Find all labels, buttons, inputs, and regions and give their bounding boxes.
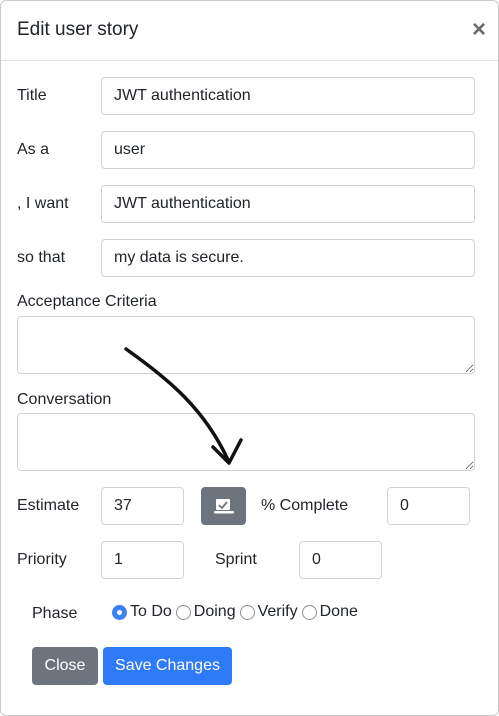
phase-option-doing[interactable]: Doing (175, 603, 236, 621)
title-label: Title (17, 87, 47, 104)
complete-input[interactable] (387, 487, 470, 525)
estimate-calculator-button[interactable] (201, 487, 246, 525)
conversation-label: Conversation (17, 391, 112, 408)
phase-option-label: Doing (193, 603, 236, 620)
calculator-check-icon (213, 498, 234, 514)
modal-title: Edit user story (17, 19, 139, 40)
radio-button[interactable] (301, 604, 317, 620)
radio-button[interactable] (239, 604, 255, 620)
radio-button[interactable] (112, 604, 127, 620)
phase-option-label: To Do (130, 603, 172, 620)
acceptance-criteria-textarea[interactable] (17, 316, 475, 374)
as-a-label: As a (17, 141, 50, 158)
phase-option-to-do[interactable]: To Do (112, 603, 172, 621)
phase-option-verify[interactable]: Verify (239, 603, 298, 621)
priority-label: Priority (17, 551, 67, 568)
sprint-input[interactable] (299, 541, 382, 579)
phase-radio-group: To Do Doing Verify Done (112, 603, 362, 621)
complete-label: % Complete (261, 497, 349, 514)
modal-header: Edit user story × (1, 1, 498, 61)
conversation-textarea[interactable] (17, 413, 475, 471)
estimate-input[interactable] (101, 487, 184, 525)
so-that-input[interactable] (101, 239, 475, 277)
priority-input[interactable] (101, 541, 184, 579)
save-changes-button[interactable]: Save Changes (103, 647, 232, 685)
i-want-input[interactable] (101, 185, 475, 223)
sprint-label: Sprint (215, 551, 257, 568)
close-button[interactable]: Close (32, 647, 98, 685)
estimate-label: Estimate (17, 497, 80, 514)
phase-option-label: Verify (257, 603, 298, 620)
title-input[interactable] (101, 77, 475, 115)
i-want-label: , I want (17, 195, 69, 212)
radio-button[interactable] (175, 604, 191, 620)
as-a-input[interactable] (101, 131, 475, 169)
so-that-label: so that (17, 249, 66, 266)
phase-label: Phase (32, 605, 78, 622)
phase-option-label: Done (319, 603, 358, 620)
phase-option-done[interactable]: Done (301, 603, 358, 621)
acceptance-criteria-label: Acceptance Criteria (17, 293, 157, 310)
close-icon[interactable]: × (472, 18, 486, 42)
edit-user-story-modal: Edit user story × Title As a , I want so… (0, 0, 499, 716)
